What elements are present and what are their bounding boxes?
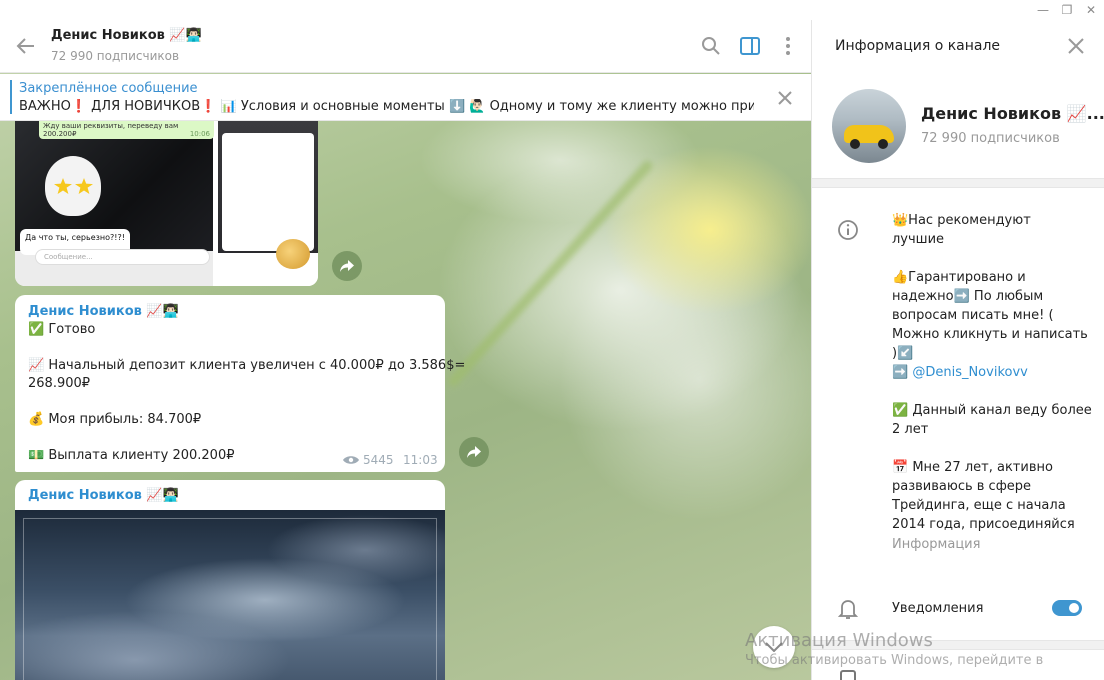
back-arrow-icon[interactable] — [14, 34, 38, 58]
close-pinned-icon[interactable] — [777, 90, 793, 106]
sky-photo[interactable] — [15, 510, 445, 680]
info-icon — [838, 220, 858, 240]
message-time: 11:03 — [403, 453, 438, 467]
views-counter: 5445 — [343, 453, 394, 467]
media-icon — [840, 670, 856, 680]
notifications-label: Уведомления — [892, 601, 984, 616]
screenshot-image-2[interactable] — [218, 121, 318, 286]
pinned-message-bar[interactable]: Закреплённое сообщение ВАЖНО❗ ДЛЯ НОВИЧК… — [0, 74, 811, 121]
minimize-icon[interactable]: — — [1030, 0, 1056, 20]
channel-info-panel: Информация о канале Денис Новиков 📈... 7… — [811, 20, 1104, 680]
message-sender[interactable]: Денис Новиков 📈👨🏻‍💻 — [28, 304, 179, 319]
chat-area: Жду ваши реквизиты, переведу вам 200.200… — [0, 20, 811, 680]
message-line: ✅ Готово — [28, 322, 96, 337]
window-close-icon[interactable]: ✕ — [1078, 0, 1104, 20]
username-link[interactable]: @Denis_Novikovv — [912, 365, 1028, 380]
bear-emoji-image — [45, 156, 101, 216]
channel-subscribers: 72 990 подписчиков — [51, 49, 180, 63]
message-sender[interactable]: Денис Новиков 📈👨🏻‍💻 — [28, 488, 179, 503]
chevron-down-icon — [765, 642, 783, 652]
pinned-text: ВАЖНО❗ ДЛЯ НОВИЧКОВ❗ 📊 Условия и основны… — [19, 99, 754, 114]
message-line: 268.900₽ — [28, 376, 91, 391]
message-line: 📈 Начальный депозит клиента увеличен с 4… — [28, 358, 466, 373]
channel-avatar[interactable] — [832, 89, 906, 163]
photo-message[interactable]: Денис Новиков 📈👨🏻‍💻 — [15, 480, 445, 680]
eye-icon — [343, 456, 359, 464]
channel-name: Денис Новиков 📈... — [921, 104, 1104, 123]
info-caption: Информация — [892, 537, 981, 552]
section-divider — [812, 640, 1104, 650]
sticker-image — [276, 239, 310, 269]
sidebar-toggle-icon[interactable] — [739, 35, 761, 57]
forward-button[interactable] — [459, 437, 489, 467]
text-message[interactable]: Денис Новиков 📈👨🏻‍💻 ✅ Готово 📈 Начальный… — [15, 295, 465, 472]
message-line: 💵 Выплата клиенту 200.200₽ — [28, 448, 235, 463]
channel-title[interactable]: Денис Новиков 📈👨🏻‍💻 — [51, 28, 202, 43]
close-icon[interactable] — [1067, 37, 1085, 55]
screenshot-input-field: Сообщение... — [35, 249, 210, 265]
section-divider — [812, 178, 1104, 188]
share-arrow-icon — [467, 446, 481, 458]
image-message[interactable]: Жду ваши реквизиты, переведу вам 200.200… — [15, 121, 318, 286]
screenshot-image-1[interactable]: Жду ваши реквизиты, переведу вам 200.200… — [15, 121, 214, 286]
restore-icon[interactable]: ❐ — [1054, 0, 1080, 20]
screenshot-chat-text — [222, 133, 314, 251]
scroll-down-button[interactable] — [753, 626, 795, 668]
message-line: 💰 Моя прибыль: 84.700₽ — [28, 412, 202, 427]
notifications-toggle[interactable] — [1052, 600, 1082, 616]
chat-bubble-outgoing: Жду ваши реквизиты, переведу вам 200.200… — [39, 121, 214, 139]
more-options-icon[interactable] — [777, 35, 799, 57]
channel-description: 👑Нас рекомендуют лучшие 👍Гарантировано и… — [892, 213, 1092, 532]
chat-header: Денис Новиков 📈👨🏻‍💻 72 990 подписчиков — [0, 20, 811, 73]
channel-subscribers: 72 990 подписчиков — [921, 131, 1060, 146]
window-titlebar: — ❐ ✕ — [0, 0, 1104, 20]
panel-title: Информация о канале — [835, 38, 1001, 54]
share-arrow-icon — [340, 260, 354, 272]
pinned-title: Закреплённое сообщение — [19, 81, 198, 96]
bell-icon — [838, 600, 858, 619]
search-icon[interactable] — [700, 35, 722, 57]
forward-button[interactable] — [332, 251, 362, 281]
